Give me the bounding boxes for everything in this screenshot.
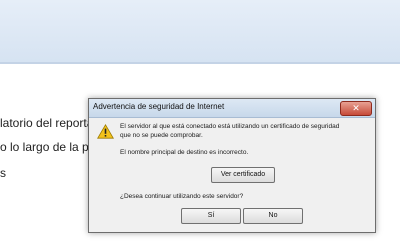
dialog-titlebar[interactable]: Advertencia de seguridad de Internet ✕ bbox=[89, 99, 375, 118]
close-button[interactable]: ✕ bbox=[340, 101, 372, 116]
warning-icon bbox=[97, 124, 114, 139]
warning-message-line-2: que no se puede comprobar. bbox=[120, 131, 203, 139]
close-icon: ✕ bbox=[352, 103, 360, 113]
dialog-title: Advertencia de seguridad de Internet bbox=[93, 102, 225, 111]
doc-text-line-3: s bbox=[0, 166, 6, 180]
warning-detail: El nombre principal de destino es incorr… bbox=[120, 149, 249, 156]
security-warning-dialog: Advertencia de seguridad de Internet ✕ E… bbox=[88, 98, 376, 233]
toolbar-divider bbox=[0, 62, 400, 64]
app-toolbar-area bbox=[0, 0, 400, 62]
warning-message-line-1: El servidor al que está conectado está u… bbox=[120, 123, 340, 130]
no-button[interactable]: No bbox=[243, 208, 303, 224]
yes-button[interactable]: Sí bbox=[181, 208, 241, 224]
continue-question: ¿Desea continuar utilizando este servido… bbox=[120, 193, 244, 200]
view-certificate-button[interactable]: Ver certificado bbox=[211, 167, 275, 183]
